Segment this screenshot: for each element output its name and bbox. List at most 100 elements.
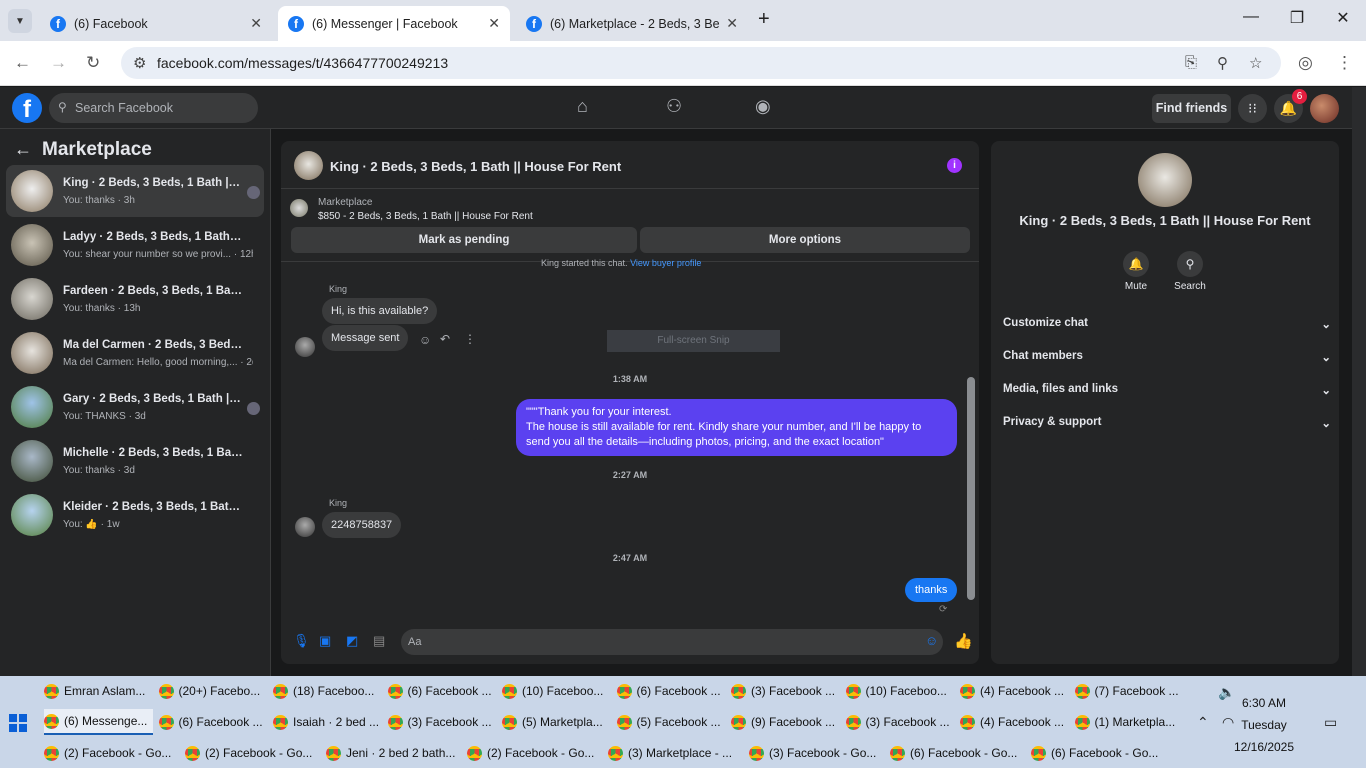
taskbar-window-button[interactable]: (9) Facebook ... [731, 709, 840, 735]
browser-tab-facebook[interactable]: f (6) Facebook ✕ [40, 6, 272, 41]
tab-close-icon[interactable]: ✕ [726, 15, 738, 32]
like-icon[interactable]: 👍 [954, 632, 973, 650]
bookmark-star-icon[interactable]: ☆ [1249, 54, 1262, 72]
taskbar-window-button[interactable]: (20+) Facebo... [158, 678, 268, 704]
back-arrow-icon[interactable]: ← [14, 139, 32, 160]
more-actions-icon[interactable]: ⋮ [464, 332, 476, 346]
facebook-logo[interactable]: f [12, 93, 42, 123]
taskbar-window-button[interactable]: (5) Facebook ... [616, 709, 726, 735]
taskbar-window-button[interactable]: (4) Facebook ... [960, 678, 1069, 704]
taskbar-window-button[interactable]: (6) Facebook - Go... [890, 740, 1025, 766]
taskbar-window-button[interactable]: Isaiah · 2 bed ... [273, 709, 382, 735]
more-options-button[interactable]: More options [640, 227, 970, 253]
maximize-icon[interactable]: ❐ [1282, 8, 1312, 28]
tab-close-icon[interactable]: ✕ [250, 15, 262, 32]
taskbar-window-button[interactable]: (10) Faceboo... [845, 678, 955, 704]
privacy-support-section[interactable]: Privacy & support ⌄ [1003, 416, 1331, 430]
listing-thumbnail[interactable] [290, 199, 308, 217]
browser-tab-messenger[interactable]: f (6) Messenger | Facebook ✕ [278, 6, 510, 41]
taskbar-window-button[interactable]: (3) Facebook ... [387, 709, 497, 735]
chat-members-section[interactable]: Chat members ⌄ [1003, 350, 1331, 364]
profile-icon[interactable]: ◎ [1298, 53, 1313, 73]
conversation-item[interactable]: Ladyy · 2 Beds, 3 Beds, 1 Bath || Ho... Y… [6, 219, 264, 271]
taskbar-window-button[interactable]: (2) Facebook - Go... [467, 740, 602, 766]
gif-icon[interactable]: ▤ [373, 633, 385, 649]
taskbar-window-button[interactable]: (7) Facebook ... [1074, 678, 1184, 704]
conversation-item[interactable]: Kleider · 2 Beds, 3 Beds, 1 Bath || H...… [6, 489, 264, 541]
sticker-icon[interactable]: ◩ [346, 633, 358, 649]
chat-title[interactable]: King · 2 Beds, 3 Beds, 1 Bath || House F… [330, 159, 621, 174]
customize-chat-section[interactable]: Customize chat ⌄ [1003, 317, 1331, 331]
taskbar-window-button[interactable]: Emran Aslam... [44, 678, 153, 704]
mute-icon[interactable]: 🔔 [1123, 251, 1149, 277]
zoom-icon[interactable]: ⚲ [1217, 54, 1228, 72]
message-list[interactable]: King started this chat. View buyer profi… [281, 258, 979, 619]
install-app-icon[interactable]: ⎘ [1185, 54, 1197, 71]
menu-grid-icon[interactable]: ⁝⁝ [1238, 94, 1267, 123]
photo-icon[interactable]: ▣ [319, 633, 331, 649]
page-scrollbar[interactable] [1352, 87, 1366, 676]
windows-start-icon[interactable] [9, 714, 27, 732]
view-buyer-profile-link[interactable]: View buyer profile [630, 258, 701, 268]
taskbar-window-button[interactable]: (6) Facebook ... [158, 709, 268, 735]
sender-avatar[interactable] [295, 337, 315, 357]
chat-avatar[interactable] [294, 151, 323, 180]
back-icon[interactable]: ← [14, 53, 31, 73]
info-icon[interactable]: i [947, 158, 962, 173]
chat-scrollbar[interactable] [967, 377, 975, 600]
site-info-icon[interactable]: ⚙ [133, 54, 146, 72]
taskbar-window-button[interactable]: (10) Faceboo... [502, 678, 611, 704]
conversation-item[interactable]: Ma del Carmen · 2 Beds, 3 Beds, 1 ... Ma … [6, 327, 264, 379]
taskbar-window-button[interactable]: (4) Facebook ... [960, 709, 1069, 735]
reply-icon[interactable]: ↶ [440, 332, 450, 346]
close-window-icon[interactable]: ✕ [1328, 8, 1358, 28]
url-text[interactable]: facebook.com/messages/t/4366477700249213 [157, 55, 448, 71]
friends-icon[interactable]: ⚇ [666, 96, 682, 117]
taskbar-window-button[interactable]: (6) Facebook ... [616, 678, 726, 704]
listing-title[interactable]: $850 - 2 Beds, 3 Beds, 1 Bath || House F… [318, 211, 533, 222]
taskbar-window-button[interactable]: (2) Facebook - Go... [185, 740, 320, 766]
incoming-message[interactable]: 2248758837 [322, 512, 402, 538]
taskbar-window-button[interactable]: (6) Facebook - Go... [1031, 740, 1166, 766]
taskbar-window-button[interactable]: (5) Marketpla... [502, 709, 611, 735]
emoji-icon[interactable]: ☺ [925, 633, 938, 648]
mark-as-pending-button[interactable]: Mark as pending [291, 227, 637, 253]
show-hidden-icons-icon[interactable]: ⌃ [1197, 714, 1209, 731]
taskbar-window-button[interactable]: (18) Faceboo... [273, 678, 382, 704]
search-input[interactable]: ⚲ Search Facebook [49, 93, 258, 123]
taskbar-window-button[interactable]: (6) Messenge... [44, 709, 153, 735]
tab-close-icon[interactable]: ✕ [488, 15, 500, 32]
taskbar-window-button[interactable]: (1) Marketpla... [1074, 709, 1184, 735]
sender-avatar[interactable] [295, 517, 315, 537]
new-tab-button[interactable]: + [758, 8, 770, 31]
conversation-item[interactable]: King · 2 Beds, 3 Beds, 1 Bath || H... You… [6, 165, 264, 217]
clock[interactable]: 6:30 AM Tuesday 12/16/2025 [1232, 692, 1296, 758]
info-avatar[interactable] [1138, 153, 1192, 207]
conversation-item[interactable]: Michelle · 2 Beds, 3 Beds, 1 Bath || ...… [6, 435, 264, 487]
address-bar[interactable]: ⚙ facebook.com/messages/t/43664777002492… [121, 47, 1281, 79]
react-icon[interactable]: ☺ [419, 333, 431, 347]
tab-search-icon[interactable]: ▼ [8, 9, 32, 33]
incoming-message[interactable]: Message sent [322, 325, 409, 351]
reload-icon[interactable]: ↻ [86, 53, 100, 73]
conversation-item[interactable]: Gary · 2 Beds, 3 Beds, 1 Bath || H... You… [6, 381, 264, 433]
outgoing-message[interactable]: """Thank you for your interest. The hous… [516, 399, 957, 456]
search-icon[interactable]: ⚲ [1177, 251, 1203, 277]
incoming-message[interactable]: Hi, is this available? [322, 298, 438, 324]
conversation-item[interactable]: Fardeen · 2 Beds, 3 Beds, 1 Bath || ... Y… [6, 273, 264, 325]
forward-icon[interactable]: → [50, 53, 67, 73]
home-icon[interactable]: ⌂ [577, 96, 588, 117]
message-input[interactable]: Aa [401, 629, 943, 655]
taskbar-window-button[interactable]: (6) Facebook ... [387, 678, 497, 704]
taskbar-window-button[interactable]: Jeni · 2 bed 2 bath... [326, 740, 461, 766]
taskbar-window-button[interactable]: (3) Facebook ... [845, 709, 955, 735]
taskbar-window-button[interactable]: (3) Facebook ... [731, 678, 840, 704]
outgoing-message[interactable]: thanks [905, 578, 958, 602]
taskbar-window-button[interactable]: (3) Facebook - Go... [749, 740, 884, 766]
account-avatar[interactable] [1310, 94, 1339, 123]
browser-tab-marketplace[interactable]: f (6) Marketplace - 2 Beds, 3 Bed ✕ [516, 6, 748, 41]
media-files-links-section[interactable]: Media, files and links ⌄ [1003, 383, 1331, 397]
groups-icon[interactable]: ◉ [755, 96, 771, 117]
taskbar-window-button[interactable]: (2) Facebook - Go... [44, 740, 179, 766]
find-friends-button[interactable]: Find friends [1152, 94, 1231, 123]
